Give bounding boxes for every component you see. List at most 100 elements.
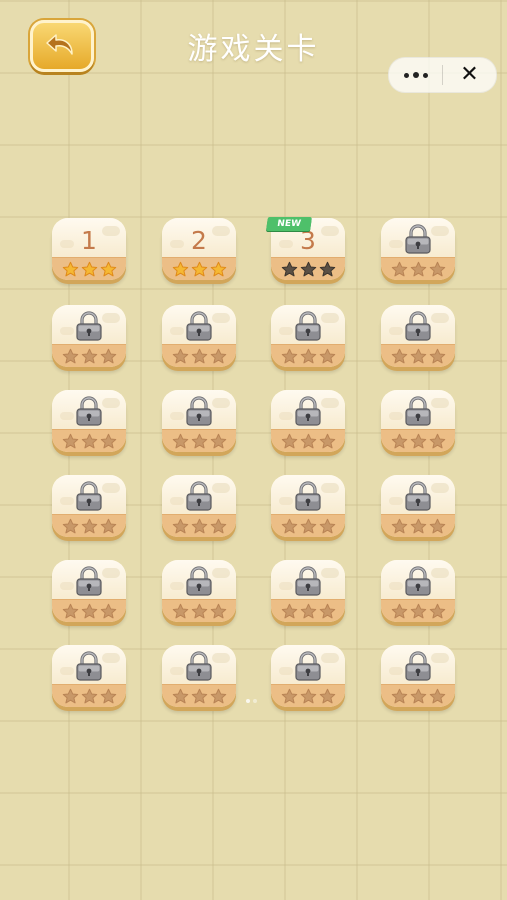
star-rating [52, 514, 126, 537]
level-tile-locked[interactable] [381, 645, 455, 707]
level-number: 2 [191, 226, 207, 255]
lock-icon [186, 481, 212, 511]
level-tile-locked[interactable] [381, 218, 455, 280]
tile-decoration [170, 582, 184, 590]
lock-icon [295, 311, 321, 341]
lock-icon [186, 566, 212, 596]
level-tile-locked[interactable] [52, 560, 126, 622]
lock-icon [186, 396, 212, 426]
star-icon [100, 688, 116, 703]
level-tile-locked[interactable] [271, 475, 345, 537]
star-icon [210, 688, 226, 703]
star-icon [410, 433, 426, 448]
tile-decoration [389, 667, 403, 675]
star-icon [300, 433, 316, 448]
lock-icon [186, 311, 212, 341]
lock-icon [405, 651, 431, 681]
star-rating [271, 599, 345, 622]
star-icon [210, 518, 226, 533]
star-icon [210, 433, 226, 448]
star-icon [429, 261, 445, 276]
level-tile-locked[interactable] [271, 305, 345, 367]
star-icon [319, 518, 335, 533]
star-icon [281, 261, 297, 276]
star-rating [381, 684, 455, 707]
star-icon [391, 261, 407, 276]
star-icon [319, 261, 335, 276]
star-icon [191, 433, 207, 448]
star-rating [52, 344, 126, 367]
star-icon [81, 348, 97, 363]
star-rating [162, 684, 236, 707]
star-icon [429, 688, 445, 703]
tile-decoration [170, 412, 184, 420]
star-icon [100, 518, 116, 533]
star-rating [162, 599, 236, 622]
tile-decoration [170, 327, 184, 335]
star-icon [410, 603, 426, 618]
star-icon [172, 518, 188, 533]
level-tile-locked[interactable] [162, 475, 236, 537]
star-rating [162, 514, 236, 537]
star-icon [191, 603, 207, 618]
level-tile-1[interactable]: 1 [52, 218, 126, 280]
tile-decoration [60, 412, 74, 420]
star-icon [62, 433, 78, 448]
level-tile-locked[interactable] [52, 475, 126, 537]
star-icon [300, 518, 316, 533]
tile-decoration [279, 497, 293, 505]
lock-icon [405, 311, 431, 341]
star-icon [281, 603, 297, 618]
lock-icon [76, 311, 102, 341]
level-tile-locked[interactable] [381, 390, 455, 452]
level-tile-locked[interactable] [52, 645, 126, 707]
level-tile-locked[interactable] [162, 560, 236, 622]
star-icon [81, 688, 97, 703]
lock-icon [295, 481, 321, 511]
lock-icon [295, 566, 321, 596]
level-tile-locked[interactable] [381, 475, 455, 537]
star-icon [281, 518, 297, 533]
star-icon [410, 688, 426, 703]
star-rating [52, 599, 126, 622]
star-rating [271, 429, 345, 452]
level-tile-locked[interactable] [52, 390, 126, 452]
star-icon [210, 261, 226, 276]
star-icon [281, 348, 297, 363]
star-icon [391, 518, 407, 533]
level-tile-locked[interactable] [52, 305, 126, 367]
star-icon [391, 603, 407, 618]
star-icon [429, 603, 445, 618]
level-tile-locked[interactable] [271, 645, 345, 707]
new-badge: NEW [266, 217, 312, 231]
star-icon [429, 348, 445, 363]
star-icon [281, 433, 297, 448]
star-icon [191, 688, 207, 703]
lock-icon [295, 396, 321, 426]
tile-decoration [60, 497, 74, 505]
star-rating [162, 429, 236, 452]
star-icon [319, 603, 335, 618]
level-grid: 1 2 3 NEW [0, 0, 507, 900]
star-rating [271, 684, 345, 707]
star-icon [172, 433, 188, 448]
level-tile-locked[interactable] [381, 560, 455, 622]
star-icon [100, 603, 116, 618]
lock-icon [76, 481, 102, 511]
lock-icon [405, 396, 431, 426]
level-tile-2[interactable]: 2 [162, 218, 236, 280]
level-tile-locked[interactable] [271, 560, 345, 622]
lock-icon [186, 651, 212, 681]
level-tile-locked[interactable] [162, 645, 236, 707]
level-tile-locked[interactable] [271, 390, 345, 452]
star-icon [62, 348, 78, 363]
level-tile-locked[interactable] [162, 305, 236, 367]
star-icon [410, 348, 426, 363]
lock-icon [405, 224, 431, 254]
star-icon [319, 433, 335, 448]
level-tile-locked[interactable] [381, 305, 455, 367]
tile-decoration [279, 327, 293, 335]
star-icon [391, 433, 407, 448]
star-icon [172, 348, 188, 363]
level-tile-locked[interactable] [162, 390, 236, 452]
